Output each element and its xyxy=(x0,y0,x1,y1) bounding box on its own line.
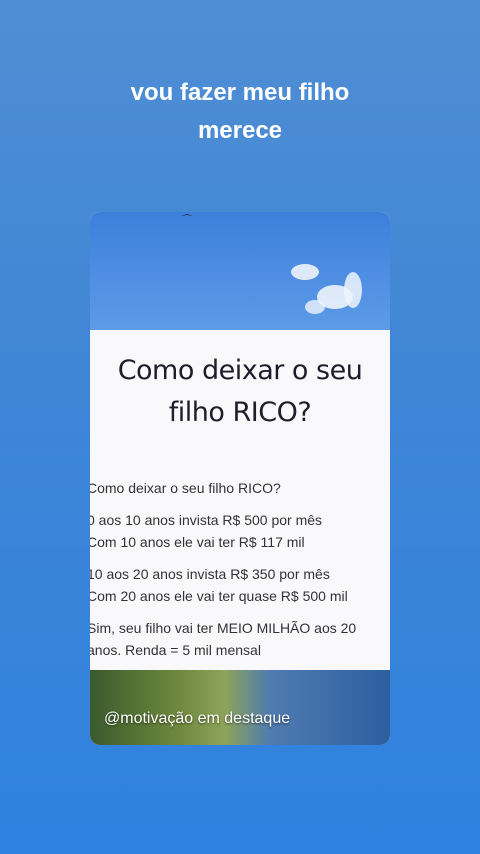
caption-line-2: merece xyxy=(197,117,283,144)
headline-line-1: Como deixar o seu xyxy=(117,355,363,386)
post-headline: Como deixar o seu filho RICO? xyxy=(90,350,390,434)
paragraph-line: anos. Renda = 5 mil mensal xyxy=(90,642,261,658)
headline-line-2: filho RICO? xyxy=(168,397,312,428)
paragraph-line: Como deixar o seu filho RICO? xyxy=(90,480,281,496)
paragraph: 0 aos 10 anos invista R$ 500 por mês Com… xyxy=(90,509,387,553)
paragraph-line: Com 20 anos ele vai ter quase R$ 500 mil xyxy=(90,588,348,604)
post-body: Como deixar o seu filho RICO? 0 aos 10 a… xyxy=(90,477,387,671)
paragraph: Sim, seu filho vai ter MEIO MILHÃO aos 2… xyxy=(90,617,387,661)
landscape-image xyxy=(90,670,390,745)
paragraph-line: 10 aos 20 anos invista R$ 350 por mês xyxy=(90,566,330,582)
sky-image xyxy=(90,212,390,330)
paragraph: Como deixar o seu filho RICO? xyxy=(90,477,387,499)
watermark-handle: @motivação em destaque xyxy=(104,710,291,727)
paragraph-line: 0 aos 10 anos invista R$ 500 por mês xyxy=(90,512,323,528)
caption-line-1: vou fazer meu filho xyxy=(130,79,350,106)
paragraph-line: Com 10 anos ele vai ter R$ 117 mil xyxy=(90,534,305,550)
shared-post-card[interactable]: Como deixar o seu filho RICO? Como deixa… xyxy=(90,212,390,745)
story-caption: vou fazer meu filho merece xyxy=(0,74,480,150)
paragraph-line: Sim, seu filho vai ter MEIO MILHÃO aos 2… xyxy=(90,620,357,636)
cloud-icon xyxy=(291,264,362,314)
bird-icon xyxy=(181,214,193,216)
paragraph: 10 aos 20 anos invista R$ 350 por mês Co… xyxy=(90,563,387,607)
